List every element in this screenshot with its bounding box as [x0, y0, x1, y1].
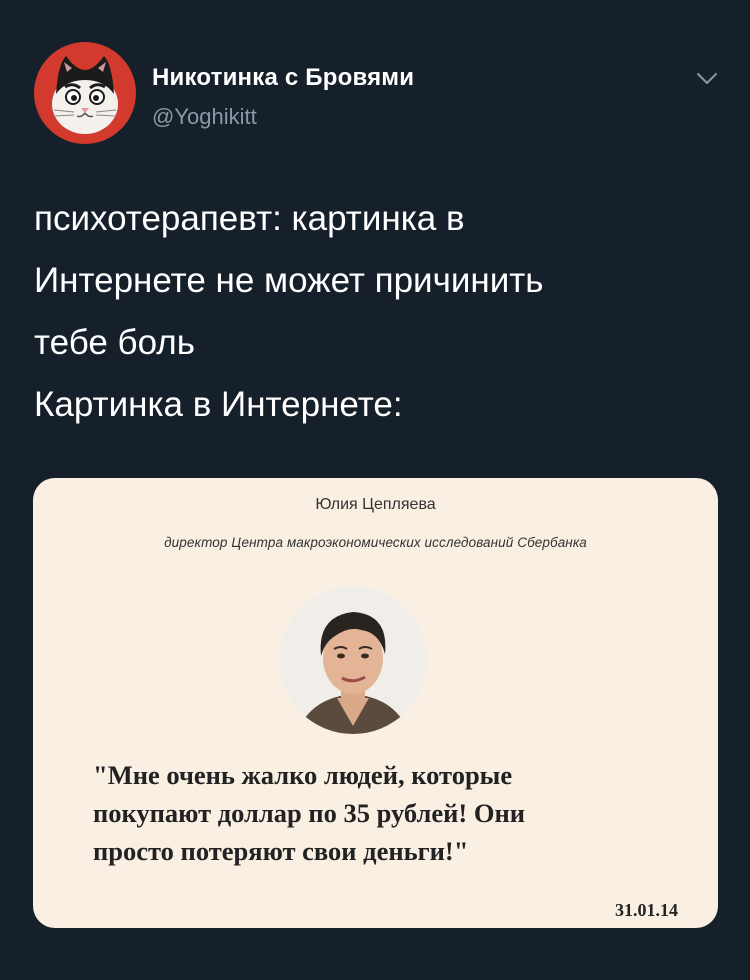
media-person-name: Юлия Цепляева: [315, 496, 436, 513]
author-display-name[interactable]: Никотинка с Бровями: [152, 64, 414, 92]
media-date: 31.01.14: [615, 900, 678, 920]
media-person-role: директор Центра макроэкономических иссле…: [164, 535, 587, 550]
cat-avatar-icon[interactable]: [34, 42, 136, 144]
tweet-media-image[interactable]: Юлия Цепляева директор Центра макроэконо…: [33, 478, 718, 928]
tweet: Никотинка с Бровями @Yoghikitt психотера…: [0, 0, 750, 980]
tweet-header: Никотинка с Бровями @Yoghikitt: [34, 42, 724, 147]
media-quote: "Мне очень жалко людей, которые покупают…: [93, 760, 526, 866]
chevron-down-icon[interactable]: [690, 62, 724, 96]
portrait-photo: [279, 586, 427, 734]
tweet-text: психотерапевт: картинка в Интернете не м…: [34, 199, 544, 424]
author-handle[interactable]: @Yoghikitt: [152, 104, 257, 130]
